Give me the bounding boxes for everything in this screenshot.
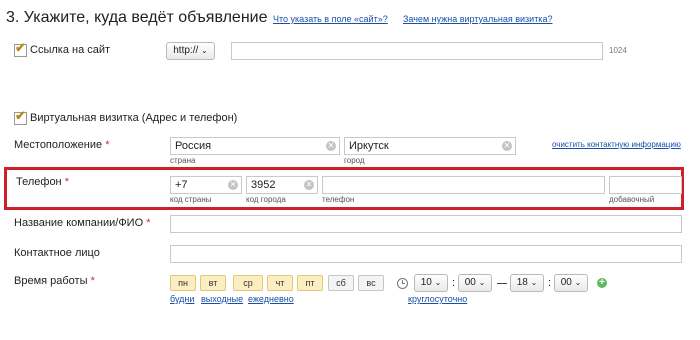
phone-ext-input[interactable] [609,176,682,194]
site-url-input[interactable] [231,42,603,60]
clock-icon [397,278,408,289]
clear-contacts-link[interactable]: очистить контактную информацию [552,140,681,149]
phone-ext-hint: добавочный [609,195,655,204]
vcard-checkbox[interactable]: ✔ [14,108,27,125]
vcard-label: Виртуальная визитка (Адрес и телефон) [30,112,238,124]
protocol-select[interactable]: http:// ⌄ [166,42,215,60]
city-input[interactable]: Иркутск ✕ [344,137,516,155]
city-code-hint: код города [246,195,286,204]
day-toggle-wed[interactable]: ср [233,275,263,291]
country-hint: страна [170,156,196,165]
phone-label: Телефон * [16,176,69,188]
chevron-down-icon: ⌄ [478,278,486,287]
preset-weekend-link[interactable]: выходные [201,294,243,304]
help-link-site[interactable]: Что указать в поле «сайт»? [273,14,388,24]
chevron-down-icon: ⌄ [434,278,442,287]
day-toggle-sun[interactable]: вс [358,275,384,291]
preset-weekdays-link[interactable]: будни [170,294,194,304]
site-checkbox[interactable]: ✔ [14,40,27,57]
phone-number-input[interactable] [322,176,605,194]
section-title: 3. Укажите, куда ведёт объявление [6,9,268,26]
day-toggle-fri[interactable]: пт [297,275,323,291]
site-label: Ссылка на сайт [30,44,111,56]
help-link-vcard[interactable]: Зачем нужна виртуальная визитка? [403,14,552,24]
preset-daily-link[interactable]: ежедневно [248,294,294,304]
day-toggle-sat[interactable]: сб [328,275,354,291]
day-toggle-tue[interactable]: вт [200,275,226,291]
range-dash [497,283,507,284]
day-toggle-thu[interactable]: чт [267,275,293,291]
contact-input[interactable] [170,245,682,263]
clear-icon[interactable]: ✕ [304,180,314,190]
clear-icon[interactable]: ✕ [326,141,336,151]
checkmark-icon: ✔ [15,108,26,123]
contact-label: Контактное лицо [14,247,100,259]
company-input[interactable] [170,215,682,233]
day-toggle-mon[interactable]: пн [170,275,196,291]
from-hour-select[interactable]: 10 ⌄ [414,274,448,292]
schedule-label: Время работы * [14,275,95,287]
phone-number-hint: телефон [322,195,355,204]
url-char-counter: 1024 [609,46,627,55]
chevron-down-icon: ⌄ [574,278,582,287]
country-input[interactable]: Россия ✕ [170,137,340,155]
to-min-select[interactable]: 00 ⌄ [554,274,588,292]
location-label: Местоположение * [14,139,110,151]
add-icon[interactable]: + [597,278,607,288]
around-clock-link[interactable]: круглосуточно [408,294,467,304]
phone-country-code-input[interactable]: +7 ✕ [170,176,242,194]
time-separator: : [548,277,552,289]
clear-icon[interactable]: ✕ [228,180,238,190]
clear-icon[interactable]: ✕ [502,141,512,151]
time-separator: : [452,277,456,289]
city-hint: город [344,156,365,165]
to-hour-select[interactable]: 18 ⌄ [510,274,544,292]
country-code-hint: код страны [170,195,212,204]
chevron-down-icon: ⌄ [530,278,538,287]
protocol-value: http:// [173,45,199,56]
checkmark-icon: ✔ [15,40,26,55]
phone-city-code-input[interactable]: 3952 ✕ [246,176,318,194]
from-min-select[interactable]: 00 ⌄ [458,274,492,292]
company-label: Название компании/ФИО * [14,217,151,229]
chevron-down-icon: ⌄ [201,46,208,55]
